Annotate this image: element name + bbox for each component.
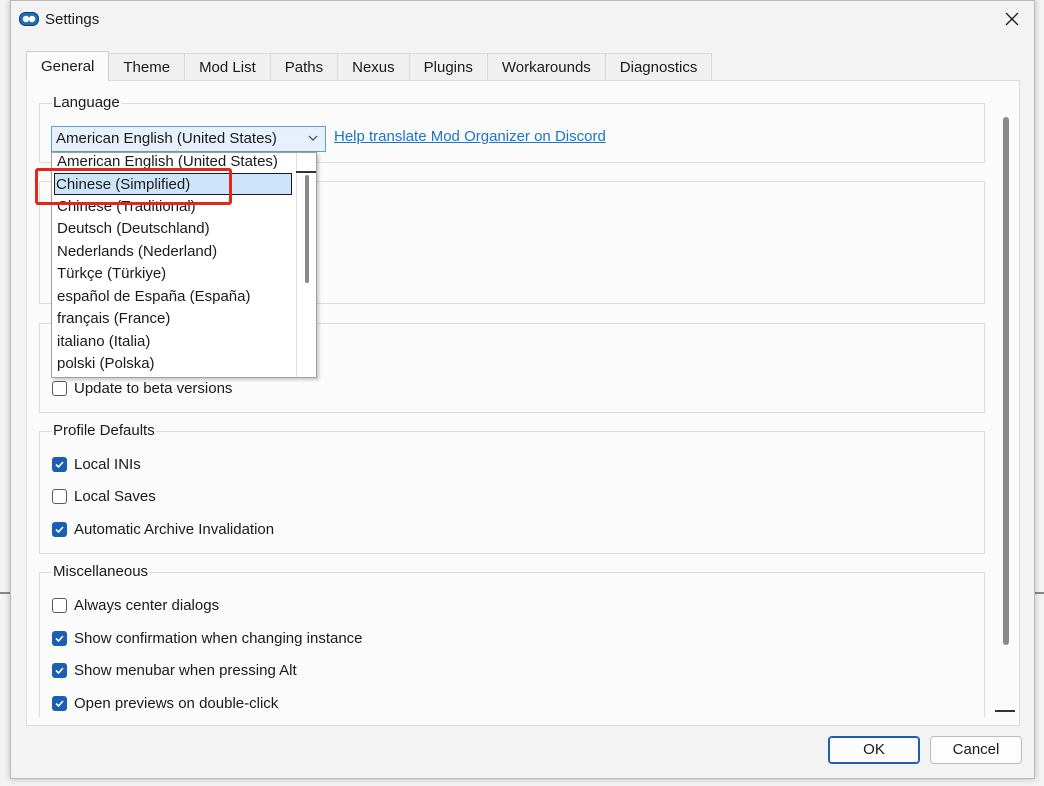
window-title: Settings xyxy=(45,11,100,28)
archive-invalidation-label: Automatic Archive Invalidation xyxy=(74,521,275,538)
local-inis-option[interactable]: Local INIs xyxy=(52,456,141,473)
close-icon[interactable] xyxy=(1000,7,1024,31)
chevron-down-icon xyxy=(308,135,318,141)
language-option[interactable]: Deutsch (Deutschland) xyxy=(56,218,294,240)
language-option[interactable]: polski (Polska) xyxy=(56,353,294,375)
menubar-alt-option[interactable]: Show menubar when pressing Alt xyxy=(52,662,297,679)
archive-invalidation-checkbox[interactable] xyxy=(52,522,67,537)
background-divider xyxy=(1034,592,1044,594)
center-dialogs-option[interactable]: Always center dialogs xyxy=(52,597,219,614)
language-option[interactable]: italiano (Italia) xyxy=(56,331,294,353)
local-inis-label: Local INIs xyxy=(74,456,141,473)
local-inis-checkbox[interactable] xyxy=(52,457,67,472)
cancel-button[interactable]: Cancel xyxy=(930,736,1022,764)
language-group-title: Language xyxy=(52,94,121,111)
background-window-edge-bottom xyxy=(0,778,1044,786)
panel-scrollbar[interactable] xyxy=(1001,95,1009,715)
archive-invalidation-option[interactable]: Automatic Archive Invalidation xyxy=(52,521,274,538)
tab-diagnostics[interactable]: Diagnostics xyxy=(604,53,713,81)
ok-button[interactable]: OK xyxy=(828,736,920,764)
confirm-instance-option[interactable]: Show confirmation when changing instance xyxy=(52,630,363,647)
background-window-edge-right xyxy=(1034,0,1044,786)
language-option[interactable]: français (France) xyxy=(56,308,294,330)
beta-versions-checkbox[interactable] xyxy=(52,381,67,396)
profile-defaults-group: Profile Defaults Local INIs Local Saves … xyxy=(39,422,985,554)
local-saves-checkbox[interactable] xyxy=(52,489,67,504)
confirm-instance-checkbox[interactable] xyxy=(52,631,67,646)
center-dialogs-label: Always center dialogs xyxy=(74,597,220,614)
tab-nexus[interactable]: Nexus xyxy=(337,53,410,81)
dropdown-scrollbar-thumb[interactable] xyxy=(305,175,309,283)
tab-bar: General Theme Mod List Paths Nexus Plugi… xyxy=(26,51,713,81)
language-combobox[interactable]: American English (United States) xyxy=(51,126,326,152)
scroll-end-line xyxy=(995,710,1015,712)
help-translate-link[interactable]: Help translate Mod Organizer on Discord xyxy=(334,128,606,145)
tab-theme[interactable]: Theme xyxy=(108,53,186,81)
settings-dialog: Settings General Theme Mod List Paths Ne… xyxy=(10,0,1035,779)
open-previews-option[interactable]: Open previews on double-click xyxy=(52,695,278,712)
tab-general[interactable]: General xyxy=(26,51,110,81)
center-dialogs-checkbox[interactable] xyxy=(52,598,67,613)
dropdown-scrollbar[interactable] xyxy=(296,153,316,377)
panel-scrollbar-thumb[interactable] xyxy=(1003,117,1009,645)
tab-mod-list[interactable]: Mod List xyxy=(184,53,271,81)
title-bar: Settings xyxy=(11,1,1034,39)
dropdown-divider xyxy=(296,171,316,173)
profile-defaults-title: Profile Defaults xyxy=(52,422,156,439)
miscellaneous-title: Miscellaneous xyxy=(52,563,150,580)
miscellaneous-group: Miscellaneous Always center dialogs Show… xyxy=(39,563,985,717)
beta-versions-label: Update to beta versions xyxy=(74,380,233,397)
confirm-instance-label: Show confirmation when changing instance xyxy=(74,630,363,647)
language-option[interactable]: español de España (España) xyxy=(56,286,294,308)
beta-versions-option[interactable]: Update to beta versions xyxy=(52,380,232,397)
tab-plugins[interactable]: Plugins xyxy=(408,53,488,81)
menubar-alt-label: Show menubar when pressing Alt xyxy=(74,662,297,679)
open-previews-checkbox[interactable] xyxy=(52,696,67,711)
local-saves-label: Local Saves xyxy=(74,488,156,505)
tab-paths[interactable]: Paths xyxy=(269,53,339,81)
local-saves-option[interactable]: Local Saves xyxy=(52,488,156,505)
open-previews-label: Open previews on double-click xyxy=(74,695,279,712)
annotation-highlight-box xyxy=(35,168,232,205)
menubar-alt-checkbox[interactable] xyxy=(52,663,67,678)
language-option[interactable]: Türkçe (Türkiye) xyxy=(56,263,294,285)
language-option[interactable]: Nederlands (Nederland) xyxy=(56,241,294,263)
language-selected-value: American English (United States) xyxy=(56,130,277,147)
tab-workarounds[interactable]: Workarounds xyxy=(486,53,606,81)
mod-organizer-icon xyxy=(19,12,39,26)
